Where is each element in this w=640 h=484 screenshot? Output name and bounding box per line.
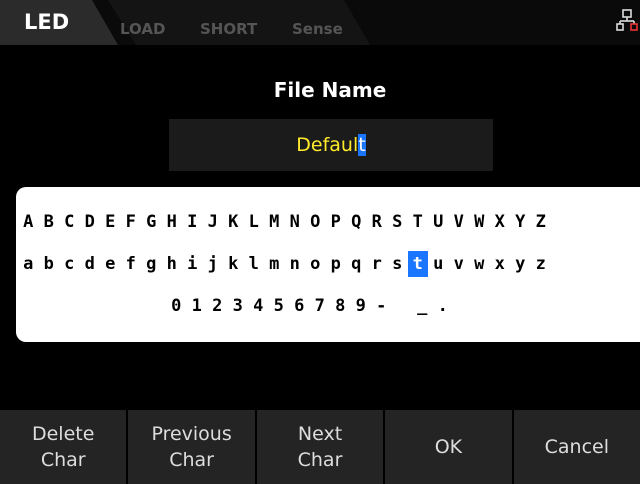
key-1[interactable]: 1 (187, 293, 208, 319)
softkey-bar: Delete Char Previous Char Next Char OK C… (0, 410, 640, 484)
key-Q[interactable]: Q (346, 209, 367, 235)
next-char-label-1: Next (297, 423, 343, 445)
uppercase-row: ABCDEFGHIJKLMNOPQRSTUVWXYZ (18, 207, 551, 237)
tab-sense[interactable]: Sense (292, 20, 343, 38)
key-P[interactable]: P (326, 209, 347, 235)
key-d[interactable]: d (80, 251, 101, 277)
key-y[interactable]: y (510, 251, 531, 277)
key-w[interactable]: w (469, 251, 490, 277)
key-E[interactable]: E (100, 209, 121, 235)
key-6[interactable]: 6 (289, 293, 310, 319)
previous-char-label-1: Previous (151, 423, 232, 445)
key-n[interactable]: n (285, 251, 306, 277)
key-z[interactable]: z (531, 251, 552, 277)
key-S[interactable]: S (387, 209, 408, 235)
key-f[interactable]: f (121, 251, 142, 277)
key-e[interactable]: e (100, 251, 121, 277)
key-H[interactable]: H (162, 209, 183, 235)
filename-field[interactable]: Default (169, 119, 493, 171)
key-L[interactable]: L (244, 209, 265, 235)
previous-char-button[interactable]: Previous Char (128, 410, 255, 484)
cancel-label: Cancel (544, 436, 610, 458)
key-m[interactable]: m (264, 251, 285, 277)
key-Z[interactable]: Z (531, 209, 552, 235)
key-i[interactable]: i (182, 251, 203, 277)
key-V[interactable]: V (449, 209, 470, 235)
key-r[interactable]: r (367, 251, 388, 277)
key-B[interactable]: B (39, 209, 60, 235)
key-W[interactable]: W (469, 209, 490, 235)
key-o[interactable]: o (305, 251, 326, 277)
key-M[interactable]: M (264, 209, 285, 235)
key-4[interactable]: 4 (248, 293, 269, 319)
previous-char-label-2: Char (169, 449, 214, 471)
key-p[interactable]: p (326, 251, 347, 277)
ok-button[interactable]: OK (385, 410, 512, 484)
key-c[interactable]: c (59, 251, 80, 277)
key-.[interactable]: . (433, 293, 454, 319)
key-space[interactable] (392, 293, 413, 319)
key-j[interactable]: j (203, 251, 224, 277)
delete-char-button[interactable]: Delete Char (0, 410, 127, 484)
network-icon (616, 9, 638, 31)
key-N[interactable]: N (285, 209, 306, 235)
key-A[interactable]: A (18, 209, 39, 235)
key-s[interactable]: s (387, 251, 408, 277)
key-Y[interactable]: Y (510, 209, 531, 235)
tab-short[interactable]: SHORT (200, 20, 257, 38)
key-8[interactable]: 8 (330, 293, 351, 319)
key-a[interactable]: a (18, 251, 39, 277)
key-_[interactable]: _ (412, 293, 433, 319)
key-0[interactable]: 0 (166, 293, 187, 319)
ok-label: OK (434, 436, 463, 458)
key-k[interactable]: k (223, 251, 244, 277)
key-F[interactable]: F (121, 209, 142, 235)
key-C[interactable]: C (59, 209, 80, 235)
delete-char-label-2: Char (40, 449, 86, 471)
key-K[interactable]: K (223, 209, 244, 235)
key-h[interactable]: h (162, 251, 183, 277)
next-char-button[interactable]: Next Char (256, 410, 384, 484)
key-v[interactable]: v (449, 251, 470, 277)
key-U[interactable]: U (428, 209, 449, 235)
key--[interactable]: - (371, 293, 392, 319)
key-5[interactable]: 5 (269, 293, 290, 319)
key-X[interactable]: X (490, 209, 511, 235)
filename-value: Default (296, 134, 366, 156)
key-b[interactable]: b (39, 251, 60, 277)
character-keyboard: ABCDEFGHIJKLMNOPQRSTUVWXYZ abcdefghijklm… (16, 187, 640, 342)
key-q[interactable]: q (346, 251, 367, 277)
key-t[interactable]: t (407, 251, 428, 277)
key-I[interactable]: I (182, 209, 203, 235)
key-T[interactable]: T (408, 209, 429, 235)
tab-led-label: LED (24, 10, 70, 34)
delete-char-label-1: Delete (31, 423, 95, 445)
key-D[interactable]: D (80, 209, 101, 235)
key-3[interactable]: 3 (228, 293, 249, 319)
digits-row: 0123456789- _. (166, 291, 453, 321)
file-name-title: File Name (273, 78, 387, 102)
key-7[interactable]: 7 (310, 293, 331, 319)
key-R[interactable]: R (367, 209, 388, 235)
key-g[interactable]: g (141, 251, 162, 277)
cancel-button[interactable]: Cancel (513, 410, 640, 484)
key-J[interactable]: J (203, 209, 224, 235)
key-O[interactable]: O (305, 209, 326, 235)
key-9[interactable]: 9 (351, 293, 372, 319)
lowercase-row: abcdefghijklmnopqrstuvwxyz (18, 249, 551, 279)
key-x[interactable]: x (490, 251, 511, 277)
key-l[interactable]: l (244, 251, 265, 277)
key-2[interactable]: 2 (207, 293, 228, 319)
key-G[interactable]: G (141, 209, 162, 235)
next-char-label-2: Char (297, 449, 343, 471)
tab-load[interactable]: LOAD (120, 20, 165, 38)
mode-tab-bar: LED LOAD SHORT Sense (0, 0, 640, 45)
key-u[interactable]: u (428, 251, 449, 277)
text-cursor: t (358, 134, 366, 156)
